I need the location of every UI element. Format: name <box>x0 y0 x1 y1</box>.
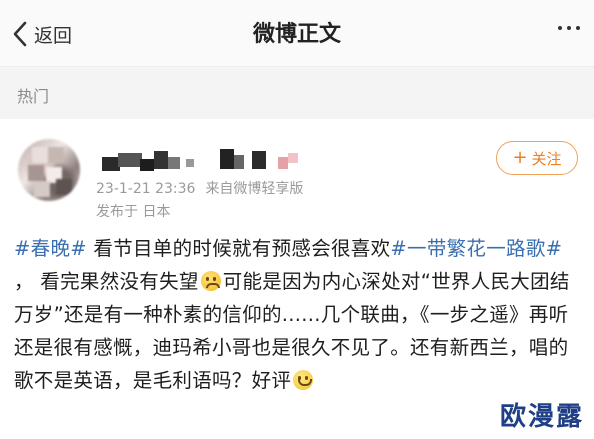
back-button[interactable]: 返回 <box>12 20 72 48</box>
post-source[interactable]: 来自微博轻享版 <box>205 181 303 197</box>
post-text: ， 看完果然没有失望 <box>14 270 199 293</box>
post-location: 发布于 日本 <box>96 204 171 220</box>
page-title: 微博正文 <box>252 22 341 47</box>
plus-icon: + <box>512 147 528 168</box>
post-card: 23-1-21 23:36 来自微博轻享版 发布于 日本 + 关注 #春晚# 看节… <box>0 119 594 439</box>
top-nav-bar: 返回 微博正文 <box>0 0 594 66</box>
section-header: 热门 <box>0 66 594 120</box>
more-options-icon[interactable] <box>558 26 580 30</box>
follow-label: 关注 <box>531 149 562 168</box>
post-date: 23-1-21 23:36 <box>96 181 196 197</box>
smile-emoji-icon <box>293 370 314 390</box>
post-text: 看节目单的时候就有预感会很喜欢 <box>86 237 391 260</box>
avatar[interactable] <box>18 139 80 201</box>
back-label: 返回 <box>34 24 73 47</box>
section-label: 热门 <box>17 87 50 106</box>
follow-button[interactable]: + 关注 <box>496 141 578 175</box>
chevron-left-icon <box>13 21 27 47</box>
hashtag-link[interactable]: #一带繁花一路歌# <box>390 237 562 260</box>
post-meta: 23-1-21 23:36 来自微博轻享版 <box>96 178 303 198</box>
username-obscured[interactable] <box>102 149 317 173</box>
post-body: #春晚# 看节目单的时候就有预感会很喜欢#一带繁花一路歌# ， 看完果然没有失望… <box>14 232 580 397</box>
sad-emoji-icon <box>200 271 221 291</box>
hashtag-link[interactable]: #春晚# <box>14 237 87 260</box>
watermark: 欧漫露 <box>499 402 584 432</box>
